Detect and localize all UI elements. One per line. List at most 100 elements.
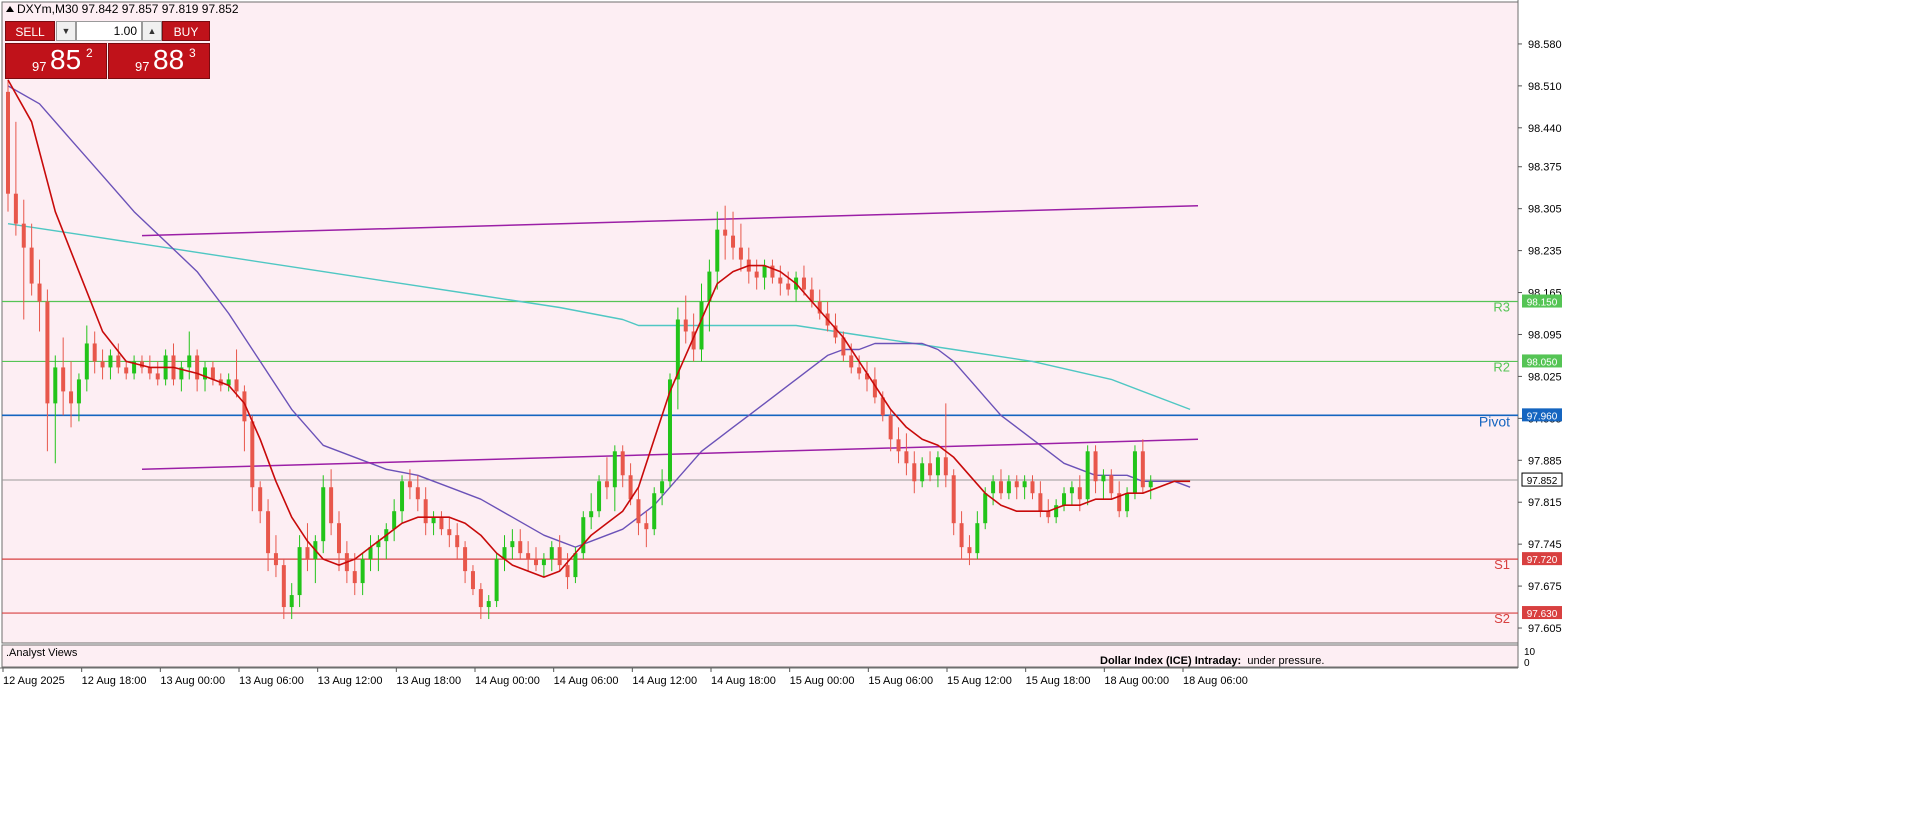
candle-bear	[45, 301, 50, 404]
level-label-r3: R3	[1493, 300, 1510, 315]
candle-bear	[336, 523, 341, 554]
candle-bear	[281, 565, 286, 608]
candle-bear	[723, 229, 728, 236]
price-tick-label: 97.885	[1528, 455, 1562, 467]
candle-bear	[928, 463, 933, 476]
candle-bear	[1093, 451, 1098, 482]
candle-bull	[53, 367, 58, 404]
level-label-s1: S1	[1494, 557, 1510, 572]
analyst-summary: Dollar Index (ICE) Intraday: under press…	[1100, 655, 1324, 667]
price-tick-label: 97.815	[1528, 497, 1562, 509]
candle-bear	[439, 517, 444, 530]
time-tick-label: 15 Aug 18:00	[1026, 675, 1091, 687]
time-tick-label: 18 Aug 00:00	[1104, 675, 1169, 687]
sell-price-big: 85	[50, 44, 82, 75]
candle-bear	[628, 475, 633, 500]
level-price-label-r3: 98.150	[1527, 298, 1558, 309]
time-tick-label: 13 Aug 00:00	[160, 675, 225, 687]
time-tick-label: 18 Aug 06:00	[1183, 675, 1248, 687]
candle-bear	[258, 487, 263, 512]
lot-size-input[interactable]: 1.00	[76, 21, 142, 41]
analyst-views-label: .Analyst Views	[6, 647, 78, 659]
sell-price-box[interactable]: 97 85 2	[5, 43, 107, 79]
candle-bull	[494, 559, 499, 602]
level-price-label-r2: 98.050	[1527, 357, 1558, 368]
buy-price-big: 88	[153, 44, 185, 75]
candle-bear	[195, 355, 200, 380]
candle-bear	[455, 535, 460, 548]
candle-bull	[1006, 481, 1011, 494]
candle-bull	[541, 559, 546, 566]
candle-bear	[786, 283, 791, 290]
candle-bear	[620, 451, 625, 476]
time-tick-label: 12 Aug 2025	[3, 675, 65, 687]
candle-bull	[76, 379, 81, 404]
price-tick-label: 98.580	[1528, 39, 1562, 51]
candle-bull	[1132, 451, 1137, 494]
candle-bear	[463, 547, 468, 572]
candle-bear	[447, 529, 452, 536]
candle-bear	[565, 565, 570, 578]
time-tick-label: 14 Aug 12:00	[632, 675, 697, 687]
candle-bull	[549, 547, 554, 560]
candle-bear	[92, 343, 97, 362]
level-price-label-s2: 97.630	[1527, 609, 1558, 620]
candle-bull	[297, 547, 302, 596]
candle-bear	[1046, 511, 1051, 518]
candle-bear	[636, 499, 641, 524]
price-tick-label: 98.440	[1528, 123, 1562, 135]
candle-bull	[289, 595, 294, 608]
buy-button[interactable]: BUY	[162, 21, 210, 41]
candle-bear	[407, 481, 412, 488]
candle-bear	[849, 355, 854, 368]
candle-bear	[352, 571, 357, 584]
collapse-triangle-icon[interactable]	[6, 6, 14, 12]
candle-bull	[660, 481, 665, 494]
candle-bull	[1069, 487, 1074, 494]
candle-bear	[13, 193, 18, 224]
candle-bear	[967, 547, 972, 554]
candle-bull	[1085, 451, 1090, 500]
candle-bear	[147, 367, 152, 374]
price-tick-label: 98.305	[1528, 204, 1562, 216]
candle-bear	[100, 361, 105, 368]
candle-bear	[644, 523, 649, 530]
sell-button[interactable]: SELL	[5, 21, 55, 41]
candle-bear	[1109, 475, 1114, 494]
candle-bear	[912, 463, 917, 482]
candle-bull	[321, 487, 326, 542]
candle-bull	[1101, 475, 1106, 482]
candle-bear	[37, 283, 42, 302]
candle-bull	[699, 301, 704, 350]
candle-bull	[762, 265, 767, 278]
level-label-pivot: Pivot	[1479, 413, 1510, 429]
level-price-label-s1: 97.720	[1527, 555, 1558, 566]
candle-bear	[21, 223, 26, 248]
candle-bear	[998, 481, 1003, 494]
candle-bear	[778, 277, 783, 284]
plot-area	[1, 1, 1519, 644]
candle-bull	[431, 517, 436, 524]
candle-bear	[415, 487, 420, 500]
candle-bull	[510, 541, 515, 548]
price-tick-label: 97.605	[1528, 623, 1562, 635]
indicator-scale-top: 10	[1524, 647, 1536, 658]
buy-price-box[interactable]: 97 88 3	[108, 43, 210, 79]
candle-bull	[597, 481, 602, 512]
lot-decrease-icon[interactable]: ▼	[56, 21, 76, 41]
price-tick-label: 98.510	[1528, 81, 1562, 93]
candle-bear	[266, 511, 271, 554]
candle-bear	[29, 247, 34, 284]
candle-bull	[975, 523, 980, 554]
candle-bear	[478, 589, 483, 608]
price-chart[interactable]: 98.580 98.510 98.440 98.375 98.305 98.235 98.1…	[0, 0, 1916, 840]
candle-bear	[234, 379, 239, 392]
lot-increase-icon[interactable]: ▲	[142, 21, 162, 41]
price-tick-label: 98.025	[1528, 371, 1562, 383]
candle-bear	[896, 439, 901, 452]
candle-bear	[1038, 493, 1043, 512]
candle-bull	[400, 481, 405, 512]
candle-bear	[273, 553, 278, 566]
candle-bull	[991, 481, 996, 494]
time-tick-label: 14 Aug 18:00	[711, 675, 776, 687]
